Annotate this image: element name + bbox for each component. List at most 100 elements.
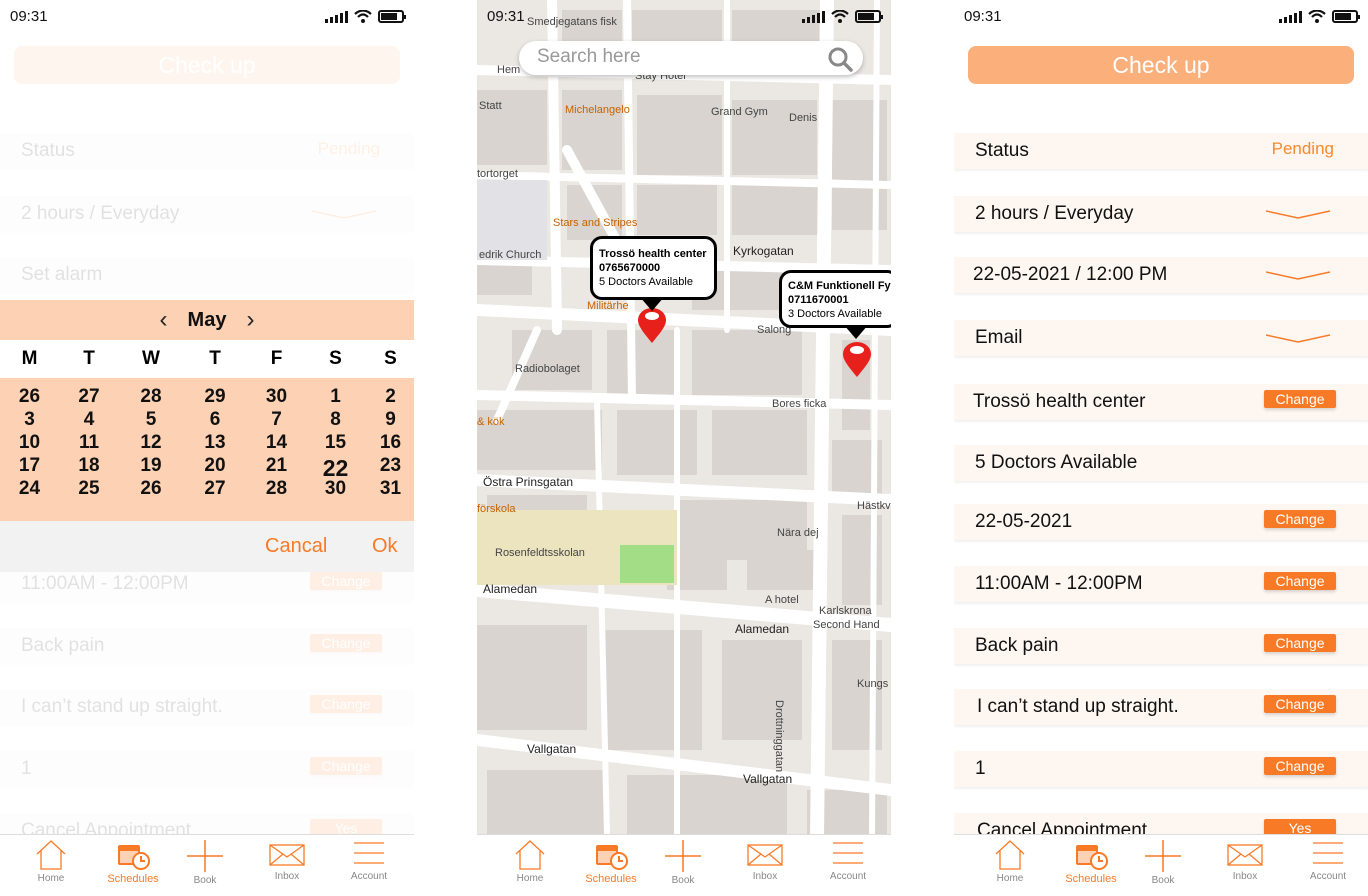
day-cell[interactable]: 30: [305, 478, 366, 501]
cancel-button[interactable]: Cancal: [265, 535, 327, 558]
day-cell[interactable]: 21: [248, 455, 305, 478]
day-cell[interactable]: 7: [248, 409, 305, 432]
notes-label: I can’t stand up straight.: [977, 696, 1179, 717]
date-label: 22-05-2021: [975, 511, 1073, 532]
day-cell[interactable]: 1: [305, 386, 366, 409]
change-button[interactable]: Change: [1264, 390, 1336, 408]
frequency-row[interactable]: 2 hours / Everyday: [0, 196, 414, 232]
map-label: förskola: [477, 503, 516, 515]
weekday-label: F: [270, 348, 283, 369]
day-cell[interactable]: 3: [1, 409, 58, 432]
day-cell[interactable]: 6: [182, 409, 248, 432]
tab-book[interactable]: Book: [170, 839, 240, 886]
change-button[interactable]: Change: [310, 572, 382, 590]
chevron-left-icon[interactable]: ‹: [160, 306, 168, 334]
chevron-down-icon[interactable]: [1266, 333, 1330, 343]
change-button[interactable]: Change: [1264, 634, 1336, 652]
tab-inbox[interactable]: Inbox: [252, 839, 322, 882]
day-cell[interactable]: 28: [248, 478, 305, 501]
day-cell[interactable]: 13: [182, 432, 248, 455]
location-pin-icon[interactable]: [842, 342, 872, 378]
day-cell[interactable]: 8: [305, 409, 366, 432]
health-center-callout[interactable]: Trossö health center 0765670000 5 Doctor…: [590, 236, 717, 300]
tab-schedules[interactable]: Schedules: [1056, 839, 1126, 885]
change-button[interactable]: Change: [1264, 695, 1336, 713]
signal-icon: [325, 11, 348, 23]
day-cell[interactable]: 10: [1, 432, 58, 455]
search-icon[interactable]: [827, 46, 853, 72]
weekday-row: M T W T F S S: [0, 340, 414, 378]
change-button[interactable]: Change: [310, 634, 382, 652]
day-cell[interactable]: 24: [1, 478, 58, 501]
tab-schedules[interactable]: Schedules: [576, 839, 646, 885]
home-icon: [995, 840, 1025, 870]
chevron-down-icon[interactable]: [312, 209, 376, 219]
day-cell[interactable]: 16: [366, 432, 414, 455]
reminder-row[interactable]: Email: [954, 320, 1368, 356]
day-cell[interactable]: 23: [366, 455, 414, 478]
day-cell[interactable]: 2: [366, 386, 414, 409]
tab-home[interactable]: Home: [495, 839, 565, 884]
physio-callout[interactable]: C&M Funktionell Fysi 0711670001 3 Doctor…: [779, 270, 891, 328]
change-button[interactable]: Change: [310, 695, 382, 713]
day-cell[interactable]: 28: [120, 386, 182, 409]
tab-home[interactable]: Home: [975, 839, 1045, 884]
weekday-label: W: [142, 348, 160, 369]
change-button[interactable]: Change: [1264, 572, 1336, 590]
map-label: Grand Gym: [711, 106, 768, 118]
day-cell[interactable]: 5: [120, 409, 182, 432]
day-cell[interactable]: 26: [120, 478, 182, 501]
header-title-button[interactable]: Check up: [14, 46, 400, 84]
chevron-down-icon[interactable]: [1266, 209, 1330, 219]
map-label: Militärhe: [587, 300, 629, 312]
day-cell[interactable]: 27: [58, 386, 120, 409]
day-grid: 26 27 28 29 30 1 2 3 4 5 6 7 8 9 10 11 1…: [0, 378, 414, 521]
day-cell[interactable]: 12: [120, 432, 182, 455]
status-bar: 09:31: [954, 0, 1368, 34]
day-cell[interactable]: 14: [248, 432, 305, 455]
day-cell[interactable]: 4: [58, 409, 120, 432]
tab-inbox[interactable]: Inbox: [730, 839, 800, 882]
chevron-right-icon[interactable]: ›: [246, 306, 254, 334]
day-cell[interactable]: 31: [366, 478, 414, 501]
day-cell[interactable]: 15: [305, 432, 366, 455]
day-cell[interactable]: 27: [182, 478, 248, 501]
tab-account[interactable]: Account: [334, 839, 404, 882]
change-button[interactable]: Change: [310, 757, 382, 775]
day-cell[interactable]: 20: [182, 455, 248, 478]
tab-account[interactable]: Account: [1293, 839, 1363, 882]
tab-home[interactable]: Home: [16, 839, 86, 884]
ok-button[interactable]: Ok: [372, 535, 398, 558]
day-cell[interactable]: 30: [248, 386, 305, 409]
chevron-down-icon[interactable]: [1266, 270, 1330, 280]
day-cell[interactable]: 19: [120, 455, 182, 478]
change-button[interactable]: Change: [1264, 757, 1336, 775]
header-title-button[interactable]: Check up: [968, 46, 1354, 84]
day-cell[interactable]: 25: [58, 478, 120, 501]
tab-schedules[interactable]: Schedules: [98, 839, 168, 885]
tab-book[interactable]: Book: [1128, 839, 1198, 886]
map-view[interactable]: Smedjegatans fisk Hem Stay Hotel Statt M…: [477, 0, 891, 836]
center-label: Trossö health center: [973, 391, 1146, 412]
map-label: Stars and Stripes: [553, 217, 638, 229]
selected-day-cell[interactable]: 22: [305, 451, 366, 481]
datetime-row[interactable]: 22-05-2021 / 12:00 PM: [954, 257, 1368, 293]
day-cell[interactable]: 26: [1, 386, 58, 409]
location-pin-icon[interactable]: [637, 308, 667, 344]
day-cell[interactable]: 9: [366, 409, 414, 432]
map-label: Kyrkogatan: [733, 244, 794, 258]
frequency-row[interactable]: 2 hours / Everyday: [954, 196, 1368, 232]
day-cell[interactable]: 17: [1, 455, 58, 478]
mail-icon: [747, 844, 783, 866]
count-label: 1: [21, 758, 32, 779]
day-cell[interactable]: 29: [182, 386, 248, 409]
alarm-row[interactable]: Set alarm: [0, 257, 414, 293]
status-bar: 09:31: [477, 0, 891, 34]
tab-inbox[interactable]: Inbox: [1210, 839, 1280, 882]
tab-book[interactable]: Book: [648, 839, 718, 886]
day-cell[interactable]: 18: [58, 455, 120, 478]
tab-account[interactable]: Account: [813, 839, 883, 882]
day-cell[interactable]: 11: [58, 432, 120, 455]
change-button[interactable]: Change: [1264, 510, 1336, 528]
search-input[interactable]: [537, 46, 807, 68]
